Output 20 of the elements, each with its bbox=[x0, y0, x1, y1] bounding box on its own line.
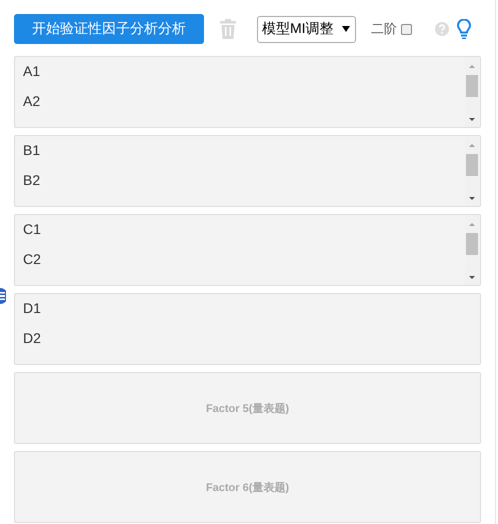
variable-item[interactable]: C1 bbox=[23, 219, 41, 240]
variable-item[interactable]: D1 bbox=[23, 298, 41, 319]
start-analysis-button[interactable]: 开始验证性因子分析分析 bbox=[14, 14, 204, 44]
second-order-label: 二阶 bbox=[371, 20, 397, 38]
lightbulb-icon[interactable] bbox=[457, 19, 471, 39]
trash-icon[interactable] bbox=[219, 19, 237, 39]
help-icon[interactable] bbox=[435, 22, 449, 36]
variable-item[interactable]: A2 bbox=[23, 91, 40, 112]
variable-item[interactable]: B1 bbox=[23, 140, 40, 161]
variable-item[interactable]: A1 bbox=[23, 61, 40, 82]
variable-list[interactable]: D1 D2 bbox=[14, 293, 481, 365]
dropdown-arrow-icon bbox=[342, 26, 350, 32]
variable-list[interactable]: B1 B2 bbox=[14, 135, 481, 207]
variable-list[interactable]: C1 C2 bbox=[14, 214, 481, 286]
model-select[interactable]: 模型MI调整 bbox=[257, 16, 356, 42]
variable-item[interactable]: B2 bbox=[23, 170, 40, 191]
variable-item[interactable]: C2 bbox=[23, 249, 41, 270]
second-order-checkbox[interactable] bbox=[401, 24, 412, 34]
variable-item[interactable]: D2 bbox=[23, 328, 41, 349]
variable-list[interactable]: A1 A2 bbox=[14, 56, 481, 128]
